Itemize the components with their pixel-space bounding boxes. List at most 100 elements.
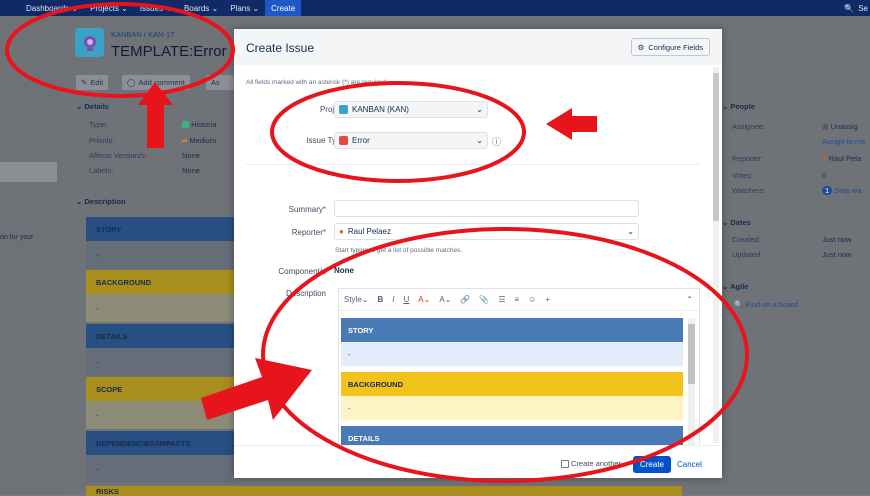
add-comment-button[interactable]: ◯ Add comment [122,75,190,90]
type-value-text: Historia [191,120,217,129]
desc-band-details: DETAILS [86,324,236,348]
assignee-value-text: Unassig [830,122,858,131]
cancel-link[interactable]: Cancel [677,460,702,469]
created-label: Created: [732,235,761,244]
component-label: Component/s [278,267,326,276]
dialog-title: Create Issue [246,41,315,55]
desc-band-dependencies-body: - [86,455,236,483]
search-box[interactable]: 🔍 Se [844,0,870,16]
votes-value[interactable]: 0 [822,171,826,180]
bullet-list-icon[interactable]: ☰ [498,295,505,304]
issue-type-select[interactable]: Error ⌄ [334,132,488,149]
editor-section-background[interactable]: BACKGROUND [341,372,683,396]
assign-button[interactable]: As [206,75,234,90]
dialog-body: All fields marked with an asterisk (*) a… [234,65,712,445]
summary-label: Summary* [288,205,326,214]
style-dropdown[interactable]: Style⌄ [344,295,369,304]
breadcrumb: KANBAN / KAN-17 [111,30,175,39]
create-issue-dialog: Create Issue ⚙ Configure Fields All field… [234,29,722,478]
emoji-icon[interactable]: ☺ [528,295,536,304]
stop-watching-link[interactable]: Stop wa [834,186,861,195]
description-heading-text: Description [84,197,126,206]
summary-input[interactable] [334,200,639,217]
reporter-hint: Start typing to get a list of possible m… [335,247,463,254]
edit-button[interactable]: ✎ Edit [76,75,109,90]
story-icon [182,121,189,128]
editor-section-background-body[interactable]: - [341,396,683,420]
editor-section-story-body[interactable]: - [341,342,683,366]
component-value[interactable]: None [334,266,354,275]
nav-boards[interactable]: Boards ⌄ [178,0,224,16]
affects-value: None [182,151,200,160]
details-heading-text: Details [84,102,109,111]
type-value: Historia [182,120,217,129]
attachment-icon[interactable]: 📎 [479,295,489,304]
editor-scrollbar[interactable] [688,318,695,445]
italic-button[interactable]: I [392,295,394,304]
description-editor[interactable]: Style⌄ B I U A⌄ A⌄ 🔗 📎 ☰ ≡ ☺ + ⌃ STORY -… [338,288,700,445]
edit-label: Edit [90,78,104,87]
insert-more-icon[interactable]: + [545,295,550,304]
labels-value: None [182,166,200,175]
desc-band-story-body: - [86,241,236,269]
add-comment-label: Add comment [138,78,185,87]
dialog-scrollbar-thumb[interactable] [713,73,719,221]
create-another-checkbox[interactable]: Create another [561,459,621,468]
updated-label: Updated: [732,250,763,259]
watchers-value[interactable]: 1 Stop wa [822,186,861,195]
search-icon: 🔍 [734,300,744,309]
assign-to-me-link[interactable]: Assign to me [822,137,865,146]
user-icon: ◎ [822,122,829,131]
issue-title: TEMPLATE:Error [111,43,227,60]
people-heading[interactable]: ⌄ People [722,102,755,111]
more-formatting-button[interactable]: A⌄ [439,295,451,304]
nav-plans[interactable]: Plans ⌄ [224,0,265,16]
desc-band-scope-body: - [86,401,236,429]
collapse-toolbar-icon[interactable]: ⌃ [686,295,693,304]
reporter-select[interactable]: ● Raul Pelaez ⌄ [334,223,639,240]
checkbox-box[interactable] [561,459,569,468]
bold-button[interactable]: B [378,295,384,304]
create-nav-button[interactable]: Create [265,0,302,16]
editor-section-details[interactable]: DETAILS [341,426,683,445]
dates-heading[interactable]: ⌄ Dates [722,218,751,227]
dates-heading-text: Dates [730,218,751,227]
nav-projects[interactable]: Projects ⌄ [84,0,134,16]
search-label: Se [858,3,868,13]
find-on-board-link[interactable]: 🔍 Find on a board [734,300,798,309]
assign-label: As [211,78,220,87]
nav-issues[interactable]: Issues ⌄ [134,0,178,16]
text-color-button[interactable]: A⌄ [418,295,430,304]
bug-icon [339,136,348,145]
assignee-value: ◎ Unassig [822,122,858,131]
sidebar-text: on for your [0,234,34,241]
issue-type-label: Issue Type* [234,136,348,145]
editor-section-story[interactable]: STORY [341,318,683,342]
dialog-scrollbar[interactable] [713,67,719,443]
assignee-label: Assignee: [732,122,765,131]
chevron-down-icon: ⌄ [476,136,483,145]
numbered-list-icon[interactable]: ≡ [515,295,520,304]
project-select[interactable]: KANBAN (KAN) ⌄ [334,101,488,118]
comment-icon: ◯ [127,78,136,87]
link-icon[interactable]: 🔗 [460,295,470,304]
text-color-label: A [418,295,424,304]
nav-dashboards[interactable]: Dashboards ⌄ [20,0,84,16]
gear-icon: ⚙ [637,42,645,52]
help-icon[interactable]: ⓘ [492,135,501,148]
underline-button[interactable]: U [404,295,410,304]
desc-band-background: BACKGROUND [86,270,236,294]
project-select-value: KANBAN (KAN) [352,105,409,114]
create-button[interactable]: Create [633,456,671,473]
updated-value: Just now [822,250,852,259]
sidebar-selected-item[interactable] [0,162,57,182]
agile-heading[interactable]: ⌄ Agile [722,282,748,291]
editor-scrollbar-thumb[interactable] [688,324,695,384]
breadcrumb-key[interactable]: KAN-17 [148,30,174,39]
breadcrumb-project[interactable]: KANBAN [111,30,142,39]
configure-fields-button[interactable]: ⚙ Configure Fields [630,38,710,56]
create-another-label: Create another [571,459,622,468]
details-heading[interactable]: ⌄ Details [76,102,109,111]
description-heading[interactable]: ⌄ Description [76,197,126,206]
desc-band-details-body: - [86,348,236,376]
